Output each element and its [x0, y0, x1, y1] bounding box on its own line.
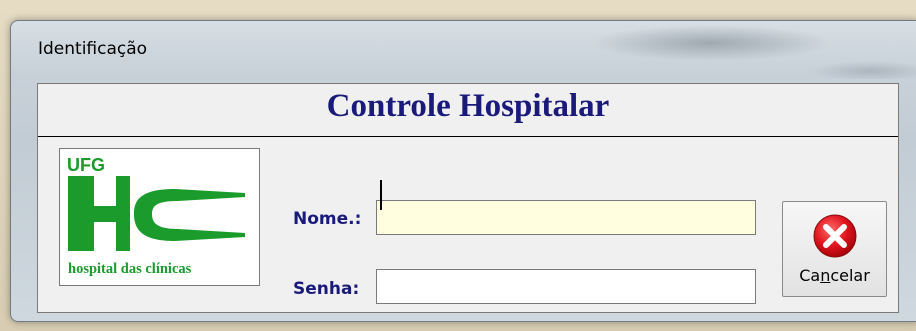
close-icon: [813, 214, 857, 258]
app-header-title: Controle Hospitalar: [326, 88, 610, 124]
name-label: Nome.:: [293, 209, 362, 229]
identification-dialog: Identificação Controle Hospitalar UFG ho…: [10, 20, 916, 322]
password-label: Senha:: [293, 279, 360, 299]
logo-h-left-bar: [68, 176, 94, 251]
logo-c-shape: [134, 189, 245, 241]
title-bar[interactable]: Identificação: [11, 21, 916, 79]
hospital-logo: UFG hospital das clínicas: [59, 148, 260, 286]
cancel-label: Cancelar: [799, 266, 870, 285]
dialog-content: Controle Hospitalar UFG hospital das clí…: [37, 83, 899, 313]
name-input[interactable]: [376, 200, 756, 235]
logo-top-text: UFG: [67, 155, 105, 175]
text-caret: [380, 180, 382, 210]
header-divider: [38, 136, 898, 137]
logo-bottom-text: hospital das clínicas: [68, 261, 192, 277]
logo-h-right-bar: [116, 176, 130, 251]
cancel-button[interactable]: Cancelar: [782, 201, 887, 297]
password-input[interactable]: [376, 269, 756, 304]
window-title: Identificação: [38, 39, 148, 59]
